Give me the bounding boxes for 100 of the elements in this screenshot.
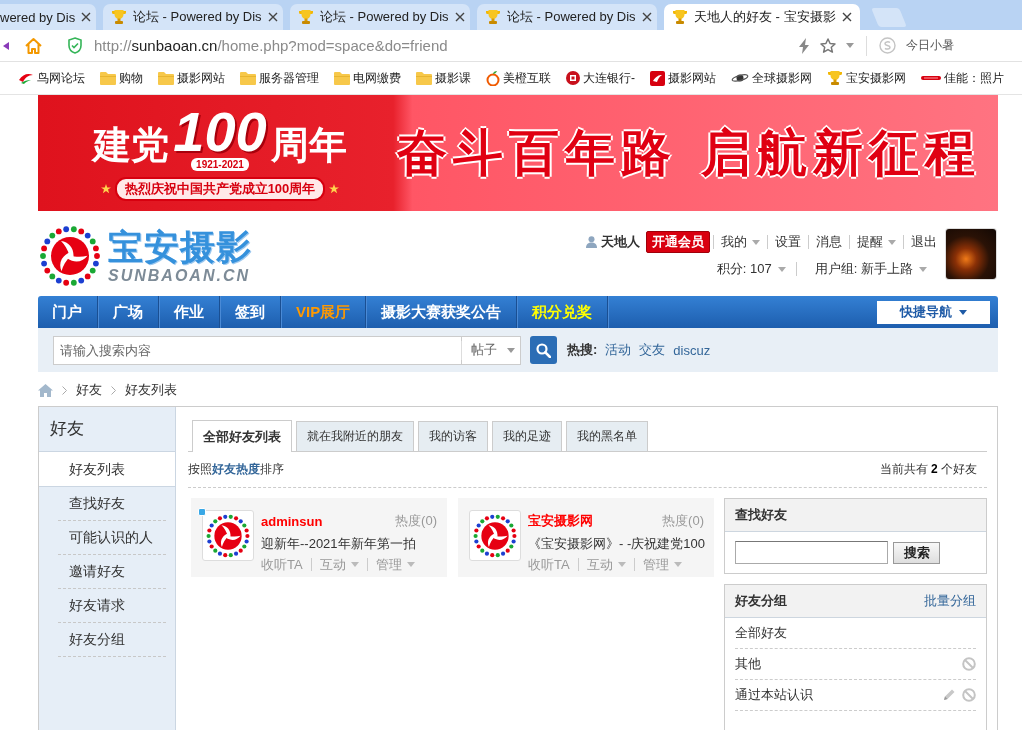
hot-search-link[interactable]: 活动	[605, 341, 632, 359]
caret-icon	[959, 309, 967, 315]
browser-tab[interactable]: 天地人的好友 - 宝安摄影	[664, 4, 860, 30]
menu-link[interactable]: 退出	[903, 235, 937, 249]
search-type-select[interactable]: 帖子	[461, 335, 521, 365]
search-icon	[536, 342, 551, 358]
friend-count: 当前共有 2 个好友	[879, 461, 977, 478]
close-icon[interactable]	[81, 12, 92, 22]
weather-text[interactable]: 今日小暑	[906, 37, 954, 54]
bookmark-link[interactable]: 大连银行-	[566, 69, 635, 87]
group-link[interactable]: 全部好友	[735, 624, 787, 642]
bookmark-link[interactable]: 摄影课	[416, 69, 471, 87]
tab[interactable]: 全部好友列表	[192, 420, 292, 452]
fruit-icon	[486, 70, 500, 86]
friend-name-link[interactable]: 宝安摄影网	[528, 512, 593, 530]
search-field[interactable]: 请输入搜索内容	[53, 335, 461, 365]
breadcrumb-link[interactable]: 好友列表	[125, 381, 177, 399]
logo-icon	[38, 223, 102, 288]
star-icon	[329, 183, 340, 194]
menu-link[interactable]: 用户组: 新手上路	[795, 262, 937, 276]
heat-text: 热度(0)	[662, 512, 704, 530]
caret-icon	[507, 347, 515, 353]
browser-tab[interactable]: 论坛 - Powered by Dis	[290, 4, 470, 30]
bookmark-link[interactable]: 服务器管理	[240, 69, 319, 87]
bookmark-link[interactable]: 佳能：照片	[921, 69, 1004, 87]
star-icon[interactable]	[820, 37, 836, 54]
banner-title: 周年	[270, 122, 347, 168]
quick-nav-button[interactable]: 快捷导航	[877, 300, 990, 324]
search-button[interactable]	[530, 336, 557, 364]
nav-item[interactable]: 签到	[235, 303, 265, 321]
nav-item[interactable]: 摄影大赛获奖公告	[381, 303, 502, 321]
bookmark-link[interactable]: 摄影网站	[158, 69, 225, 87]
friend-avatar[interactable]	[469, 510, 521, 561]
nav-item[interactable]: 积分兑奖	[532, 303, 593, 321]
bookmark-link[interactable]: 鸟网论坛	[18, 69, 85, 87]
sidebar-item[interactable]: 好友请求	[58, 589, 166, 623]
folder-icon	[334, 71, 350, 85]
bookmark-link[interactable]: 电网缴费	[334, 69, 401, 87]
menu-link[interactable]: 设置	[767, 235, 808, 249]
bookmark-link[interactable]: 宝安摄影网	[827, 69, 906, 87]
close-icon[interactable]	[454, 12, 465, 22]
nav-item[interactable]: 广场	[113, 303, 143, 321]
group-link[interactable]: 通过本站认识	[735, 686, 813, 704]
tab[interactable]: 我的黑名单	[566, 421, 648, 451]
browser-tab[interactable]: 论坛 - Powered by Dis	[477, 4, 657, 30]
sidebar-item[interactable]: 好友分组	[58, 623, 166, 657]
tab[interactable]: 就在我附近的朋友	[296, 421, 414, 451]
banner-number: 100	[173, 105, 267, 158]
menu-link[interactable]: 我的	[713, 235, 767, 249]
close-icon[interactable]	[267, 12, 278, 22]
nav-item[interactable]: 作业	[174, 303, 204, 321]
menu-link[interactable]: 积分: 107	[716, 262, 796, 276]
hot-search-link[interactable]: 交友	[639, 341, 666, 359]
menu-link[interactable]: 提醒	[849, 235, 903, 249]
circle-logo-icon	[566, 71, 580, 85]
group-link[interactable]: 其他	[735, 655, 761, 673]
panel-title: 查找好友	[735, 506, 787, 524]
logo-domain: SUNBAOAN.CN	[108, 266, 251, 285]
address-field[interactable]: http://sunbaoan.cn/home.php?mod=space&do=friend	[94, 37, 448, 54]
tab[interactable]: 我的访客	[418, 421, 488, 451]
chevron-icon	[62, 385, 67, 395]
folder-icon	[416, 71, 432, 85]
banner-subtitle: 热烈庆祝中国共产党成立100周年	[114, 176, 326, 201]
bird-icon	[18, 72, 34, 84]
menu-link[interactable]: 消息	[808, 235, 849, 249]
batch-group-link[interactable]: 批量分组	[924, 592, 976, 610]
bookmark-link[interactable]: 全球摄影网	[731, 69, 812, 87]
sidebar-item[interactable]: 查找好友	[58, 487, 166, 521]
chevron-icon	[111, 385, 116, 395]
nav-item[interactable]: 门户	[52, 303, 82, 321]
shield-icon[interactable]	[67, 37, 83, 54]
browser-tab[interactable]: 论坛 - Powered by Dis	[103, 4, 283, 30]
bookmark-link[interactable]: 购物	[100, 69, 143, 87]
close-icon[interactable]	[641, 12, 652, 22]
vip-button[interactable]: 开通会员	[646, 231, 710, 253]
sidebar-item[interactable]: 可能认识的人	[58, 521, 166, 555]
sidebar-item[interactable]: 好友列表	[39, 452, 175, 487]
breadcrumb-link[interactable]: 好友	[76, 381, 102, 399]
close-icon[interactable]	[841, 12, 852, 22]
friend-name-link[interactable]: adminsun	[261, 513, 323, 529]
tab[interactable]: 我的足迹	[492, 421, 562, 451]
search-button[interactable]: 搜索	[893, 541, 940, 564]
user-icon	[586, 236, 597, 248]
browser-tab[interactable]: wered by Dis	[0, 4, 96, 30]
username-link[interactable]: 天地人	[601, 233, 640, 251]
avatar-photo[interactable]	[946, 228, 996, 279]
bookmark-link[interactable]: 摄影网站	[650, 69, 716, 87]
folder-icon	[100, 71, 116, 85]
lightning-icon[interactable]	[798, 37, 810, 54]
banner-title: 建党	[93, 122, 170, 168]
folder-icon	[240, 71, 256, 85]
bookmark-link[interactable]: 美橙互联	[486, 69, 551, 87]
sidebar-item[interactable]: 邀请好友	[58, 555, 166, 589]
home-icon[interactable]	[24, 36, 43, 55]
planet-icon	[731, 72, 749, 84]
friend-search-field[interactable]	[735, 541, 888, 564]
logo-icon	[472, 512, 518, 559]
triangle-icon[interactable]	[3, 41, 9, 50]
hot-search-label: 热搜:	[567, 341, 598, 359]
hot-search-link[interactable]: discuz	[673, 342, 711, 358]
